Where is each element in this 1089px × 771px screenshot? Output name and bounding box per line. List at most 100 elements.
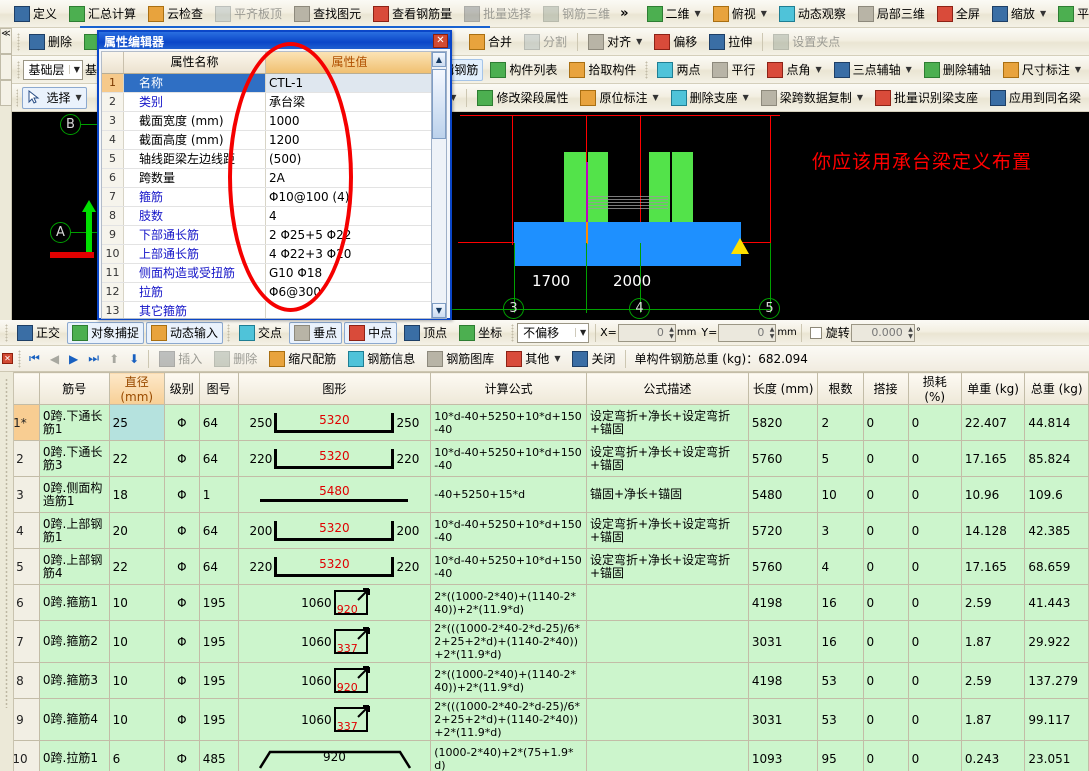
rebar-name-cell[interactable]: 0跨.上部钢筋4: [38, 548, 110, 585]
lap-cell[interactable]: 0: [862, 548, 909, 585]
grid-left-strip[interactable]: [0, 372, 14, 771]
tuhao-cell[interactable]: 1: [198, 476, 239, 513]
length-cell[interactable]: 5760: [747, 548, 819, 585]
level-cell[interactable]: Ф: [163, 740, 200, 771]
lap-cell[interactable]: 0: [862, 584, 909, 621]
property-value-cell[interactable]: 4 Φ22+3 Φ20: [266, 245, 433, 263]
table-row[interactable]: 2 0跨.下通长筋3 22 Φ 64 220 5320 220 10*d-40+5250+10*…: [0, 440, 1089, 477]
property-value-cell[interactable]: 2A: [266, 169, 433, 187]
left-docked-panel-strip[interactable]: ≪: [0, 28, 12, 320]
category-select-value[interactable]: 基: [85, 61, 97, 78]
property-value-cell[interactable]: 2 Φ25+5 Φ22: [266, 226, 433, 244]
length-cell[interactable]: 4198: [747, 584, 819, 621]
formula-cell[interactable]: 10*d-40+5250+10*d+150-40: [430, 404, 587, 441]
property-row[interactable]: 13 其它箍筋: [102, 302, 433, 318]
tuhao-cell[interactable]: 195: [198, 620, 239, 663]
toolbar-item-定义[interactable]: 定义: [9, 3, 62, 25]
formula-cell[interactable]: 2*(((1000-2*40-2*d-25)/6*2+25+2*d)+(1140…: [430, 698, 587, 741]
property-value-cell[interactable]: [266, 302, 433, 318]
rotate-spinner[interactable]: ▲ ▼: [908, 326, 913, 340]
formula-cell[interactable]: 10*d-40+5250+10*d+150-40: [430, 548, 587, 585]
formula-cell[interactable]: 2*((1000-2*40)+(1140-2*40))+2*(11.9*d): [430, 662, 587, 699]
floor-select[interactable]: 基础层 ▼: [22, 59, 83, 80]
table-row[interactable]: 6 0跨.箍筋1 10 Φ 195 1060 920 2*((1000-2*40)+(1140…: [0, 584, 1089, 621]
axis-item-平行[interactable]: 平行: [707, 59, 760, 81]
level-cell[interactable]: Φ: [163, 698, 200, 741]
table-row[interactable]: 3 0跨.侧面构造筋1 18 Φ 1 5480 -40+5250+15*d 锚固+净长+锚固 5…: [0, 476, 1089, 513]
toolbar-item-批量选择[interactable]: 批量选择: [459, 3, 536, 25]
table-row[interactable]: 9 0跨.箍筋4 10 Φ 195 1060 337 2*(((1000-2*40-2*d-2…: [0, 698, 1089, 741]
close-rebar-panel-icon[interactable]: ✕: [2, 353, 13, 364]
scrollbar-thumb[interactable]: [432, 69, 446, 139]
diameter-cell[interactable]: 10: [108, 662, 165, 699]
level-cell[interactable]: Φ: [163, 620, 200, 663]
toolbar-item-汇总计算[interactable]: 汇总计算: [64, 3, 141, 25]
floor-toolbar-grip[interactable]: [16, 60, 20, 79]
rebar-name-cell[interactable]: 0跨.上部钢筋1: [38, 512, 110, 549]
count-cell[interactable]: 3: [817, 512, 864, 549]
level-cell[interactable]: Φ: [163, 512, 200, 549]
loss-cell[interactable]: 0: [907, 620, 962, 663]
chevron-down-icon[interactable]: ▼: [1075, 65, 1081, 74]
move-down-icon[interactable]: ⬇: [124, 352, 144, 366]
rebar-name-cell[interactable]: 0跨.箍筋2: [38, 620, 110, 663]
diameter-cell[interactable]: 22: [108, 440, 165, 477]
rebar-name-cell[interactable]: 0跨.侧面构造筋1: [38, 476, 110, 513]
beam-item-原位标注[interactable]: 原位标注 ▼: [575, 87, 663, 109]
length-cell[interactable]: 4198: [747, 662, 819, 699]
tuhao-cell[interactable]: 195: [198, 584, 239, 621]
chevron-down-icon[interactable]: ▼: [652, 93, 658, 102]
loss-cell[interactable]: 0: [907, 548, 962, 585]
y-input[interactable]: 0 ▲ ▼: [718, 323, 777, 342]
property-editor-titlebar[interactable]: 属性编辑器 ✕: [99, 32, 450, 49]
level-cell[interactable]: Φ: [163, 548, 200, 585]
chevron-down-icon[interactable]: ▼: [857, 93, 863, 102]
length-cell[interactable]: 5760: [747, 440, 819, 477]
collapse-panel-tab[interactable]: ≪: [0, 28, 12, 54]
last-record-icon[interactable]: ⏭: [83, 351, 104, 366]
property-value-cell[interactable]: G10 Φ18: [266, 264, 433, 282]
count-cell[interactable]: 10: [817, 476, 864, 513]
rotate-checkbox[interactable]: [809, 326, 822, 339]
property-editor-dialog[interactable]: 属性编辑器 ✕ 属性名称 属性值 1 名称 CTL-1 2 类别 承台梁 3 截面宽度 (mm…: [97, 30, 452, 320]
axis-item-点角[interactable]: 点角 ▼: [762, 59, 826, 81]
property-value-cell[interactable]: 承台梁: [266, 93, 433, 111]
loss-cell[interactable]: 0: [907, 512, 962, 549]
beam-item-梁跨数据复制[interactable]: 梁跨数据复制 ▼: [756, 87, 868, 109]
formula-cell[interactable]: (1000-2*40)+2*(75+1.9*d): [430, 740, 587, 771]
tuhao-cell[interactable]: 195: [198, 698, 239, 741]
snap-交点[interactable]: 交点: [234, 322, 287, 344]
level-cell[interactable]: Φ: [163, 404, 200, 441]
chevron-down-icon[interactable]: ▼: [906, 65, 912, 74]
snapbar-grip-2[interactable]: [511, 323, 515, 342]
rebar-name-cell[interactable]: 0跨.箍筋1: [38, 584, 110, 621]
rebar-item-其他[interactable]: 其他 ▼: [501, 348, 565, 370]
chevron-down-icon[interactable]: ▼: [761, 9, 767, 18]
length-cell[interactable]: 3031: [747, 698, 819, 741]
diameter-cell[interactable]: 18: [108, 476, 165, 513]
toolbar-item-平齐板顶[interactable]: 平齐板顶: [210, 3, 287, 25]
property-row[interactable]: 2 类别 承台梁: [102, 93, 433, 112]
rebar-data-grid[interactable]: 筋号 直径 (mm) 级别 图号 图形 计算公式 公式描述 长度 (mm) 根数 搭接 损耗 (%)…: [0, 372, 1089, 771]
formula-cell[interactable]: 2*(((1000-2*40-2*d-25)/6*2+25+2*d)+(1140…: [430, 620, 587, 663]
view-item-动态观察[interactable]: 动态观察: [774, 3, 851, 25]
rebar-toolbar-grip[interactable]: [18, 349, 21, 368]
x-spinner[interactable]: ▲ ▼: [669, 326, 674, 340]
edit-item-对齐[interactable]: 对齐 ▼: [583, 31, 647, 53]
axis-item-三点辅轴[interactable]: 三点辅轴 ▼: [829, 59, 917, 81]
edit-item-删除[interactable]: 删除: [24, 31, 77, 53]
property-row[interactable]: 5 轴线距梁左边线距 (500): [102, 150, 433, 169]
select-tool-button[interactable]: 选择 ▼: [22, 86, 87, 109]
property-row[interactable]: 8 肢数 4: [102, 207, 433, 226]
tuhao-cell[interactable]: 64: [198, 404, 239, 441]
toolbar-item-查找图元[interactable]: 查找图元: [289, 3, 366, 25]
view-item-俯视[interactable]: 俯视 ▼: [708, 3, 772, 25]
toolbar-item-钢筋三维[interactable]: 钢筋三维: [538, 3, 615, 25]
chevron-down-icon[interactable]: ▼: [695, 9, 701, 18]
rebar-item-钢筋信息[interactable]: 钢筋信息: [343, 348, 420, 370]
y-spinner[interactable]: ▲ ▼: [770, 326, 775, 340]
table-row[interactable]: 5 0跨.上部钢筋4 22 Φ 64 220 5320 220 10*d-40+5250+10*…: [0, 548, 1089, 585]
beam-item-批量识别梁支座[interactable]: 批量识别梁支座: [870, 87, 983, 109]
snap-顶点[interactable]: 顶点: [399, 322, 452, 344]
count-cell[interactable]: 2: [817, 404, 864, 441]
